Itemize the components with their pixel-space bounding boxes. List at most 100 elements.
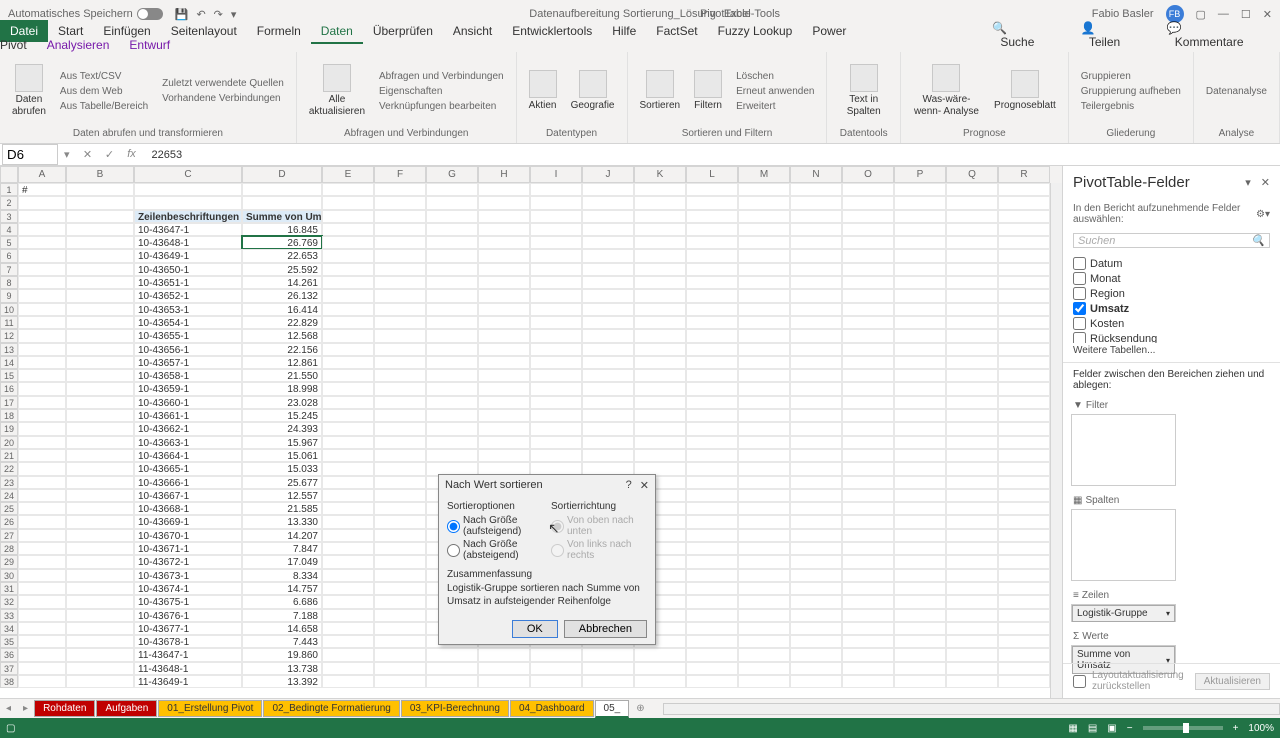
cell[interactable] [738, 236, 790, 249]
cell[interactable]: 14.207 [242, 529, 322, 542]
cell[interactable] [18, 329, 66, 342]
cell[interactable] [66, 396, 134, 409]
cell[interactable] [426, 396, 478, 409]
cell[interactable] [18, 609, 66, 622]
cell[interactable] [946, 409, 998, 422]
cell[interactable] [894, 263, 946, 276]
cell[interactable] [374, 183, 426, 196]
cell[interactable] [530, 356, 582, 369]
cell[interactable] [66, 436, 134, 449]
cell[interactable]: 14.658 [242, 622, 322, 635]
cell[interactable] [322, 449, 374, 462]
cell[interactable]: 7.443 [242, 635, 322, 648]
cell[interactable]: 22.653 [242, 249, 322, 262]
cell[interactable] [738, 263, 790, 276]
cell[interactable] [374, 489, 426, 502]
cell[interactable]: 10-43662-1 [134, 422, 242, 435]
cell[interactable] [18, 263, 66, 276]
cell[interactable] [894, 236, 946, 249]
name-box[interactable] [2, 144, 58, 165]
cell[interactable] [322, 648, 374, 661]
cell[interactable] [790, 236, 842, 249]
cell[interactable] [18, 542, 66, 555]
cell[interactable] [322, 263, 374, 276]
cell[interactable] [998, 210, 1050, 223]
cell[interactable]: 10-43677-1 [134, 622, 242, 635]
cell[interactable]: 21.585 [242, 502, 322, 515]
cell[interactable] [374, 409, 426, 422]
cell[interactable] [842, 635, 894, 648]
cell[interactable] [946, 595, 998, 608]
cell[interactable] [998, 502, 1050, 515]
ribbon-button[interactable]: Prognoseblatt [990, 56, 1060, 126]
cell[interactable] [426, 343, 478, 356]
cell[interactable] [530, 329, 582, 342]
cell[interactable] [18, 343, 66, 356]
cell[interactable] [582, 662, 634, 675]
row-header[interactable]: 29 [0, 555, 18, 568]
cell[interactable] [582, 236, 634, 249]
cell[interactable] [686, 422, 738, 435]
cell[interactable] [738, 489, 790, 502]
cell[interactable]: Summe von Umsatz [242, 210, 322, 223]
cell[interactable] [18, 648, 66, 661]
cell[interactable] [66, 183, 134, 196]
cell[interactable] [322, 369, 374, 382]
cell[interactable] [478, 303, 530, 316]
cell[interactable]: 8.334 [242, 569, 322, 582]
cell[interactable] [842, 396, 894, 409]
cell[interactable] [998, 356, 1050, 369]
cell[interactable] [894, 648, 946, 661]
cell[interactable] [946, 502, 998, 515]
cell[interactable]: 21.550 [242, 369, 322, 382]
cell[interactable] [790, 422, 842, 435]
cell[interactable] [66, 529, 134, 542]
cell[interactable] [790, 276, 842, 289]
cell[interactable] [426, 409, 478, 422]
cell[interactable] [18, 409, 66, 422]
cell[interactable] [686, 183, 738, 196]
cell[interactable] [66, 622, 134, 635]
cell[interactable] [686, 675, 738, 688]
cell[interactable] [894, 436, 946, 449]
cell[interactable] [998, 249, 1050, 262]
cell[interactable] [738, 502, 790, 515]
qat-dropdown-icon[interactable]: ▾ [231, 8, 237, 21]
cell[interactable] [634, 183, 686, 196]
cell[interactable] [242, 196, 322, 209]
ribbon-item[interactable]: Verknüpfungen bearbeiten [375, 100, 508, 113]
cell[interactable]: 23.028 [242, 396, 322, 409]
cell[interactable] [582, 276, 634, 289]
cell[interactable] [582, 396, 634, 409]
cell[interactable] [998, 675, 1050, 688]
cell[interactable] [322, 675, 374, 688]
cell[interactable]: 10-43655-1 [134, 329, 242, 342]
cell[interactable] [686, 542, 738, 555]
update-button[interactable]: Aktualisieren [1195, 673, 1270, 690]
cell[interactable] [322, 662, 374, 675]
cell[interactable] [842, 489, 894, 502]
cell[interactable] [842, 329, 894, 342]
cell[interactable] [790, 502, 842, 515]
cell[interactable] [530, 648, 582, 661]
cell[interactable] [634, 196, 686, 209]
cell[interactable]: Zeilenbeschriftungen [134, 210, 242, 223]
cell[interactable] [842, 356, 894, 369]
cell[interactable] [582, 329, 634, 342]
cell[interactable] [998, 343, 1050, 356]
cell[interactable] [790, 356, 842, 369]
cell[interactable] [66, 369, 134, 382]
cell[interactable] [634, 289, 686, 302]
cell[interactable] [790, 542, 842, 555]
cell[interactable] [66, 263, 134, 276]
cell[interactable] [686, 329, 738, 342]
cell[interactable] [66, 489, 134, 502]
cell[interactable]: 10-43650-1 [134, 263, 242, 276]
column-header[interactable]: D [242, 166, 322, 183]
cell[interactable] [634, 263, 686, 276]
cell[interactable]: 10-43675-1 [134, 595, 242, 608]
ribbon-item[interactable]: Löschen [732, 70, 818, 83]
cell[interactable] [18, 422, 66, 435]
cell[interactable] [686, 449, 738, 462]
cell[interactable]: 24.393 [242, 422, 322, 435]
